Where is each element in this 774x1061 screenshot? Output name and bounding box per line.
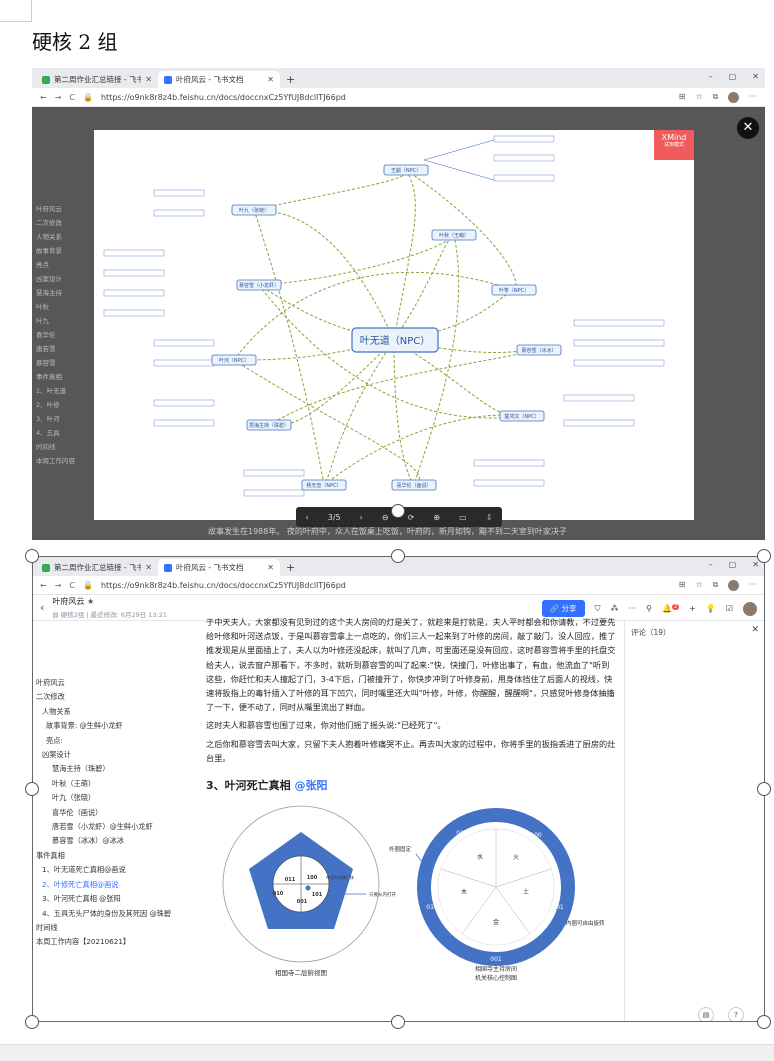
rotate-handle[interactable]	[391, 504, 405, 518]
browser-tab-bar: 第二周作业汇总链接 - 飞书文档✕ 叶府风云 - 飞书文档✕ + – ▢ ✕	[32, 68, 765, 88]
profile-avatar[interactable]	[728, 91, 740, 103]
minimize-button[interactable]: –	[709, 72, 713, 81]
fit-screen-icon[interactable]: ▭	[459, 513, 467, 522]
screenshot-mindmap-viewer: 第二周作业汇总链接 - 飞书文档✕ 叶府风云 - 飞书文档✕ + – ▢ ✕ ← →…	[32, 68, 765, 540]
close-tab-icon[interactable]: ✕	[145, 75, 152, 84]
mindmap-node: 慕容雪（小龙虾）	[239, 282, 279, 289]
close-tab-icon[interactable]: ✕	[267, 75, 274, 84]
zoom-in-icon[interactable]: ⊕	[433, 513, 440, 522]
address-bar: ← → C 🔒 https://o9nk8r8z4b.feishu.cn/doc…	[32, 88, 765, 107]
feishu-favicon-icon	[164, 75, 172, 84]
reload-icon[interactable]: C	[69, 93, 75, 102]
page-heading: 硬核 2 组	[32, 30, 118, 54]
resize-handle-top-right[interactable]	[757, 549, 771, 563]
lock-icon: 🔒	[83, 92, 93, 102]
dimmed-toc: 叶府风云 二次修改 人物关系 故事背景 亮点 凶案设计 慧海主持 叶秋 叶九 喜华伦 唐若雪 慕容雪事…	[36, 205, 75, 465]
leaf-notes	[103, 135, 665, 497]
new-tab-button[interactable]: +	[280, 73, 301, 88]
mindmap-node: 杨无音（NPC）	[306, 482, 341, 489]
status-strip	[0, 1044, 774, 1061]
download-icon[interactable]: ⇩	[486, 513, 493, 522]
back-icon[interactable]: ←	[40, 93, 47, 102]
page-indicator: 3/5	[327, 512, 341, 522]
resize-handle-bottom-left[interactable]	[25, 1015, 39, 1029]
mindmap-image: 叶无道（NPC） 王崩（NPC） 叶九（张晓） 叶秋（王萌） 叶筝（NPC） 慕容雪（小…	[94, 130, 694, 520]
mindmap-node: 喜华伦（画说）	[396, 482, 431, 489]
mindmap-node: 王崩（NPC）	[391, 167, 421, 174]
resize-handle-bottom[interactable]	[391, 1015, 405, 1029]
rotate-icon[interactable]: ⟳	[408, 513, 415, 522]
mindmap-node: 慕容雪（冰冰）	[521, 347, 556, 354]
mindmap-node: 叶九（张晓）	[239, 207, 269, 214]
url-field[interactable]: https://o9nk8r8z4b.feishu.cn/docs/doccnx…	[101, 93, 671, 102]
top-left-cell-frame	[0, 0, 32, 22]
mindmap-node: 慧海主持（珠碧）	[249, 422, 289, 429]
next-image-button[interactable]: ›	[360, 513, 363, 522]
mindmap-node: 叶秋（王萌）	[439, 232, 469, 239]
browser-toolbar: ⊞ ☆ ⧉ ···	[679, 91, 757, 103]
browser-tab-2[interactable]: 叶府风云 - 飞书文档 ✕	[158, 71, 280, 88]
browser-tab-1[interactable]: 第二周作业汇总链接 - 飞书文档✕	[36, 71, 158, 88]
favorites-icon[interactable]: ☆	[695, 92, 702, 103]
extensions-icon[interactable]: ⊞	[679, 92, 686, 103]
window-controls: – ▢ ✕	[709, 72, 759, 81]
resize-handle-left[interactable]	[25, 782, 39, 796]
dimmed-body-text: 故事发生在1988年。 夜的叶府中，众人在饭桌上吃饭，叶府的，新月如钩，黯不到二…	[208, 527, 567, 536]
zoom-out-icon[interactable]: ⊖	[382, 513, 389, 522]
close-viewer-button[interactable]: ✕	[737, 117, 759, 139]
close-window-button[interactable]: ✕	[752, 72, 759, 81]
resize-handle-right[interactable]	[757, 782, 771, 796]
forward-icon[interactable]: →	[55, 93, 62, 102]
resize-handle-bottom-right[interactable]	[757, 1015, 771, 1029]
xmind-watermark: XMind 试用模式	[654, 130, 694, 160]
more-icon[interactable]: ···	[749, 92, 757, 103]
mindmap-graph: 叶无道（NPC） 王崩（NPC） 叶九（张晓） 叶秋（王萌） 叶筝（NPC） 慕容雪（小…	[103, 135, 665, 497]
mindmap-node: 叶筝（NPC）	[499, 287, 529, 294]
mindmap-node: 叶河（NPC）	[219, 357, 249, 364]
collections-icon[interactable]: ⧉	[713, 92, 719, 103]
prev-image-button[interactable]: ‹	[306, 513, 309, 522]
restore-button[interactable]: ▢	[729, 72, 737, 81]
mindmap-center-node: 叶无道（NPC）	[360, 334, 431, 347]
feishu-favicon-icon	[42, 75, 50, 84]
image-viewer-overlay: 叶府风云 二次修改 人物关系 故事背景 亮点 凶案设计 慧海主持 叶秋 叶九 喜华伦 唐若雪 慕容雪事…	[32, 107, 765, 540]
resize-handle-top-left[interactable]	[25, 549, 39, 563]
mindmap-nodes: 叶无道（NPC） 王崩（NPC） 叶九（张晓） 叶秋（王萌） 叶筝（NPC） 慕容雪（小…	[211, 164, 562, 491]
mindmap-node: 楚鸿文（NPC）	[504, 413, 539, 420]
resize-handle-top[interactable]	[391, 549, 405, 563]
image-selection-frame	[32, 556, 765, 1022]
